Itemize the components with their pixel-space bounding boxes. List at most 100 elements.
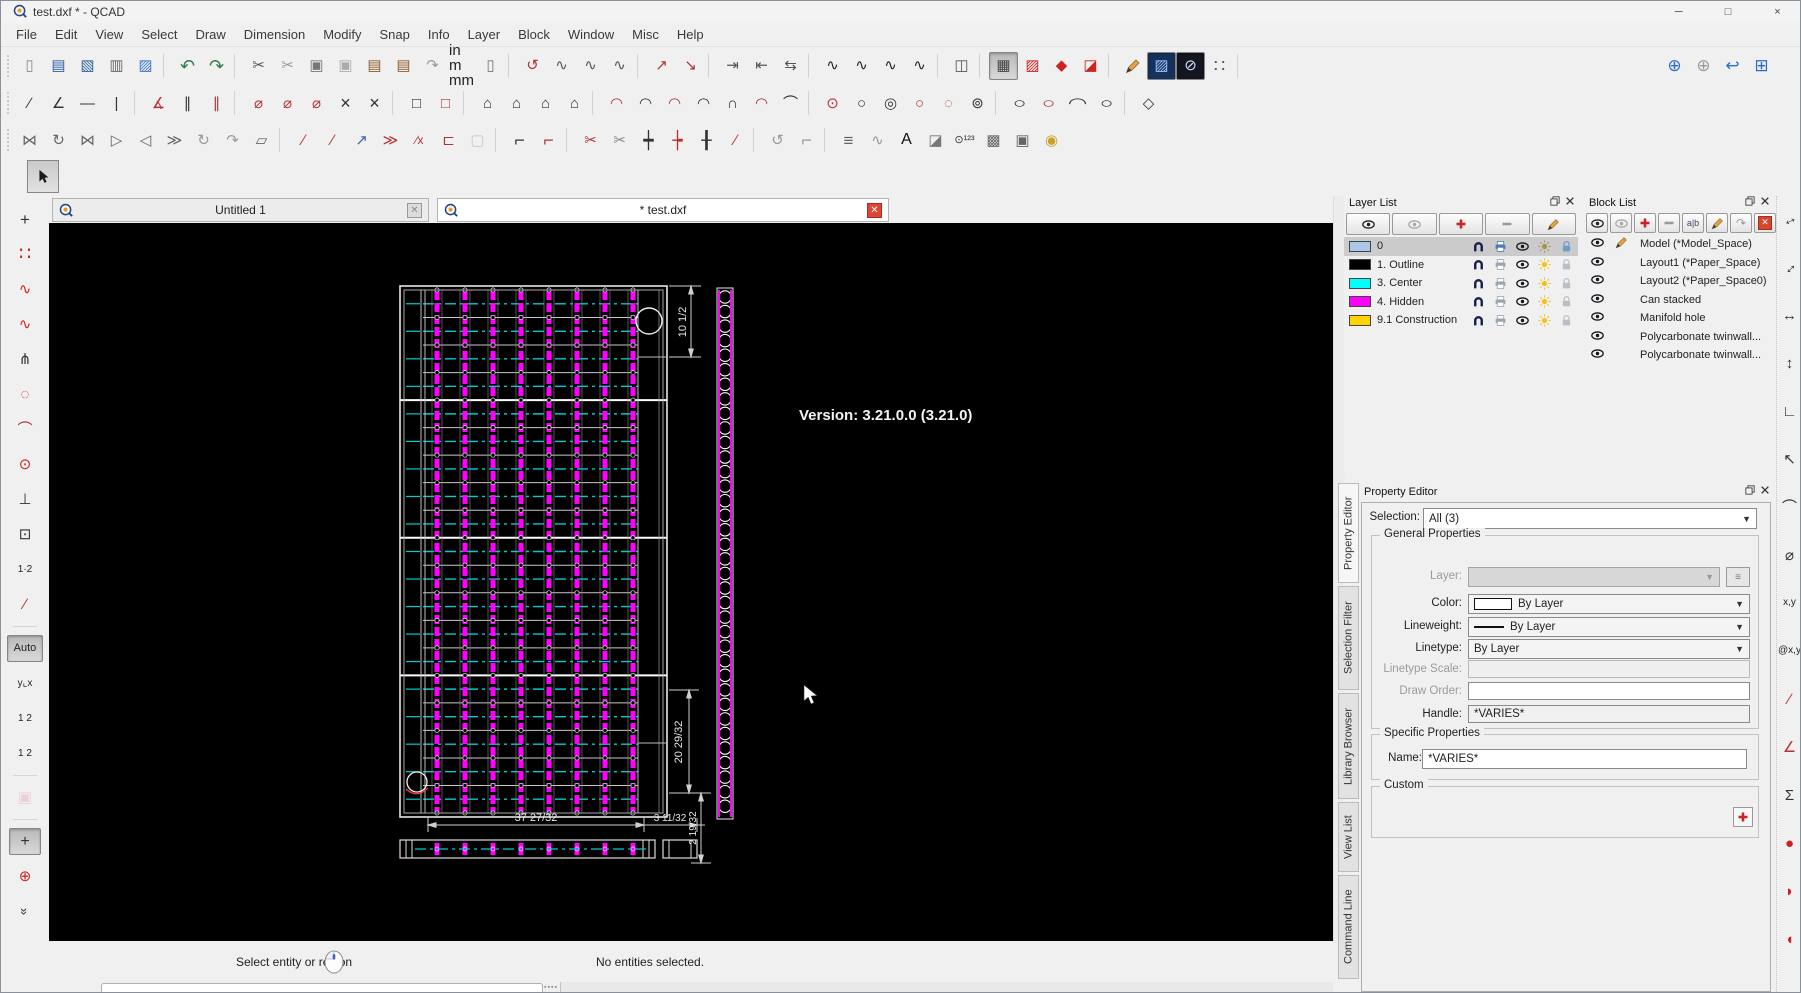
spline-fit-points[interactable]: ∿	[847, 52, 876, 80]
grid-toggle[interactable]: ▦	[989, 52, 1018, 80]
hatch-solid[interactable]: ◆	[1047, 52, 1076, 80]
lock-icon[interactable]	[1560, 258, 1573, 271]
image-insert[interactable]: ◪	[921, 126, 950, 154]
snap-distance[interactable]: ∕	[11, 591, 40, 618]
menu-select[interactable]: Select	[132, 27, 186, 42]
lock-icon[interactable]	[1560, 295, 1573, 308]
info-coordinates[interactable]: x,y	[1778, 592, 1801, 614]
hide-all-layers[interactable]	[1392, 213, 1436, 235]
close-panel-icon[interactable]	[1760, 196, 1770, 206]
cut-entity[interactable]: ✂	[576, 126, 605, 154]
menu-misc[interactable]: Misc	[623, 27, 668, 42]
zoom-previous[interactable]: ↩	[1718, 52, 1747, 80]
selection-pointer-button[interactable]	[27, 160, 59, 193]
cut-entity-two[interactable]: ✂	[605, 126, 634, 154]
menu-file[interactable]: File	[7, 27, 46, 42]
dim-rotated[interactable]: ↔	[1778, 256, 1801, 278]
menu-snap[interactable]: Snap	[371, 27, 419, 42]
snap-reference[interactable]: ⊡	[11, 521, 40, 548]
snap-grid[interactable]: ∷	[11, 241, 40, 268]
detect-duplicates[interactable]: ⌐	[792, 126, 821, 154]
name-input[interactable]: *VARIES*	[1422, 749, 1747, 769]
menu-block[interactable]: Block	[509, 27, 559, 42]
add-point[interactable]: +	[9, 828, 41, 855]
save-as[interactable]: ▧	[73, 52, 102, 80]
line-bisector[interactable]: ×	[331, 89, 360, 117]
line-tangent-3[interactable]: ⌀	[302, 89, 331, 117]
modify-clip-rectangle[interactable]: ≫	[376, 126, 405, 154]
trim-both[interactable]: ┿	[634, 126, 663, 154]
snap-perpendicular[interactable]: ⊥	[11, 486, 40, 513]
magnet-icon[interactable]	[1472, 277, 1485, 290]
solid-fill-2[interactable]: ◗	[1778, 880, 1801, 902]
side-tab-property-editor[interactable]: Property Editor	[1338, 483, 1359, 583]
block-row[interactable]: Can stacked	[1584, 291, 1773, 310]
arc-2-points-height[interactable]: ◠	[747, 89, 776, 117]
magnet-icon[interactable]	[1472, 240, 1485, 253]
screen-based-linetypes[interactable]: ⊘	[1176, 52, 1205, 80]
hatch-region[interactable]: ▩	[979, 126, 1008, 154]
paste-with-reference[interactable]: ▤	[389, 52, 418, 80]
solid-fill-3[interactable]: ◖	[1778, 928, 1801, 950]
layer-row[interactable]: 1. Outline	[1344, 256, 1578, 275]
menu-draw[interactable]: Draw	[186, 27, 234, 42]
info-angle[interactable]: ∠	[1778, 736, 1801, 758]
linetype-combo[interactable]: By Layer▼	[1468, 639, 1750, 659]
tab-untitled-1[interactable]: Untitled 1 ✕	[52, 198, 429, 222]
block-row[interactable]: Polycarbonate twinwall...	[1584, 328, 1773, 347]
modify-lengthen[interactable]: ∕	[289, 126, 318, 154]
command-line-collapsed[interactable]	[101, 983, 543, 993]
draw-pencil[interactable]	[1118, 52, 1147, 80]
add-custom-property-button[interactable]	[1733, 807, 1753, 827]
dim-horizontal[interactable]: ↔	[1778, 304, 1801, 326]
sun-icon[interactable]	[1538, 240, 1551, 253]
close-panel-icon[interactable]	[1760, 485, 1770, 495]
menu-modify[interactable]: Modify	[314, 27, 370, 42]
draw-order[interactable]: ≡	[834, 126, 863, 154]
circle-concentric[interactable]: ⊚	[963, 89, 992, 117]
new-file[interactable]: ▯	[15, 52, 44, 80]
float-panel-icon[interactable]	[1745, 485, 1755, 495]
menu-info[interactable]: Info	[419, 27, 459, 42]
select-region[interactable]: ▣	[1008, 126, 1037, 154]
modify-align[interactable]: ≫	[160, 126, 189, 154]
block-list-header[interactable]: Block List	[1584, 194, 1773, 211]
lock-icon[interactable]	[1560, 277, 1573, 290]
line-horizontal[interactable]: —	[73, 89, 102, 117]
eye-icon[interactable]	[1516, 295, 1529, 308]
isometric-projection[interactable]: ◫	[947, 52, 976, 80]
menu-layer[interactable]: Layer	[459, 27, 510, 42]
line-orthogonal[interactable]: ×	[360, 89, 389, 117]
relative-coordinates-1[interactable]: 1 2	[11, 705, 40, 732]
print[interactable]: ▨	[131, 52, 160, 80]
dim-arc[interactable]: ⌒	[1778, 496, 1801, 518]
printer-icon[interactable]	[1494, 258, 1507, 271]
snap-intersection[interactable]: ⋔	[11, 346, 40, 373]
auto-trim[interactable]: ⇆	[776, 52, 805, 80]
hatch-edit[interactable]: ◪	[1076, 52, 1105, 80]
edit-block[interactable]	[1706, 213, 1728, 233]
printer-icon[interactable]	[1494, 277, 1507, 290]
layer-menu-button[interactable]: ≡	[1726, 567, 1750, 587]
maximize-button[interactable]: □	[1706, 1, 1751, 23]
line-tangent-2[interactable]: ⌀	[273, 89, 302, 117]
minimize-button[interactable]: ─	[1656, 1, 1701, 23]
rectangle-2-corners[interactable]: □	[402, 89, 431, 117]
printer-icon[interactable]	[1494, 295, 1507, 308]
snap-middle[interactable]: 1·2	[11, 556, 40, 583]
arc-concentric[interactable]: ⌒	[776, 89, 805, 117]
polygon-center-corner[interactable]: ⌂	[473, 89, 502, 117]
insert-block[interactable]: ↷	[1730, 213, 1752, 233]
menu-window[interactable]: Window	[559, 27, 623, 42]
snap-tangential[interactable]: ⌒	[11, 416, 40, 443]
polyline-draw[interactable]: ↺	[518, 52, 547, 80]
arc-2-points-angle[interactable]: ∩	[718, 89, 747, 117]
block-row[interactable]: Manifold hole	[1584, 309, 1773, 328]
edit-layer[interactable]	[1532, 213, 1576, 235]
lineweight-combo[interactable]: By Layer▼	[1468, 617, 1750, 637]
hatch-create[interactable]: ▨	[1018, 52, 1047, 80]
point-sequence[interactable]: ⊙¹²³	[950, 126, 979, 154]
add-block[interactable]	[1634, 213, 1656, 233]
line-2-points[interactable]: ∕	[15, 89, 44, 117]
info-distance[interactable]: ∕	[1778, 688, 1801, 710]
